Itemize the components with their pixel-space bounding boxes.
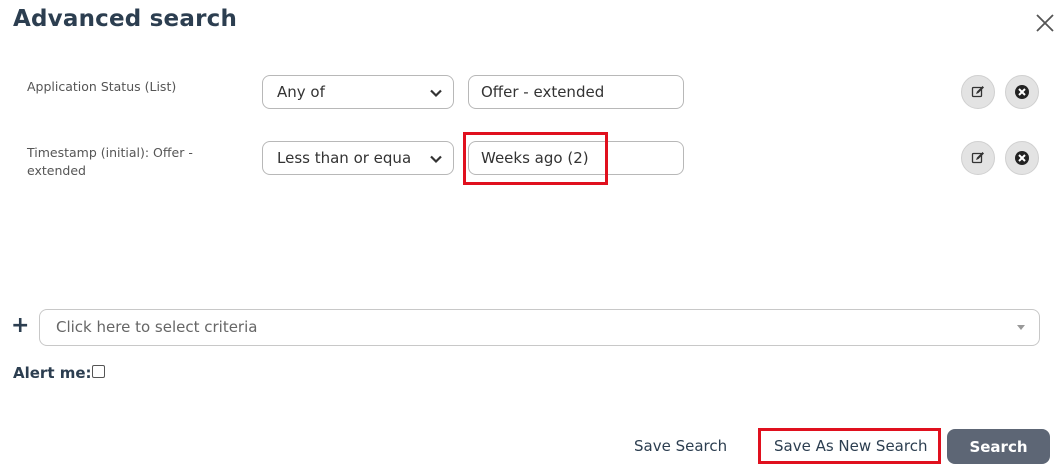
caret-down-icon <box>1017 325 1025 330</box>
chevron-down-icon <box>430 89 442 98</box>
close-icon <box>1036 14 1054 32</box>
operator-select[interactable]: Any of <box>262 75 454 109</box>
edit-criteria-button[interactable] <box>961 141 995 175</box>
criteria-row-label: Timestamp (initial): Offer - extended <box>27 145 193 178</box>
edit-icon <box>971 152 984 164</box>
search-button[interactable]: Search <box>947 429 1050 464</box>
chevron-down-icon <box>430 155 442 164</box>
page-title: Advanced search <box>13 6 238 32</box>
add-criteria-button[interactable]: + <box>11 315 29 337</box>
edit-icon <box>971 86 984 98</box>
alert-checkbox[interactable] <box>92 365 105 378</box>
criteria-value-input[interactable]: Weeks ago (2) <box>468 141 684 175</box>
operator-value: Less than or equa <box>277 149 412 167</box>
criteria-placeholder: Click here to select criteria <box>56 318 258 336</box>
alert-label: Alert me: <box>13 364 92 382</box>
save-search-button[interactable]: Save Search <box>634 437 727 455</box>
operator-value: Any of <box>277 83 325 101</box>
operator-select[interactable]: Less than or equa <box>262 141 454 175</box>
remove-circle-icon <box>1015 151 1029 165</box>
plus-icon: + <box>11 313 30 338</box>
criteria-select[interactable]: Click here to select criteria <box>39 309 1040 346</box>
criteria-row-label: Application Status (List) <box>27 79 177 94</box>
criteria-value-input[interactable]: Offer - extended <box>468 75 684 109</box>
search-button-label: Search <box>969 437 1028 456</box>
save-as-new-search-button[interactable]: Save As New Search <box>774 437 927 455</box>
remove-criteria-button[interactable] <box>1005 75 1039 109</box>
edit-criteria-button[interactable] <box>961 75 995 109</box>
remove-circle-icon <box>1015 85 1029 99</box>
close-button[interactable] <box>1033 11 1057 35</box>
remove-criteria-button[interactable] <box>1005 141 1039 175</box>
